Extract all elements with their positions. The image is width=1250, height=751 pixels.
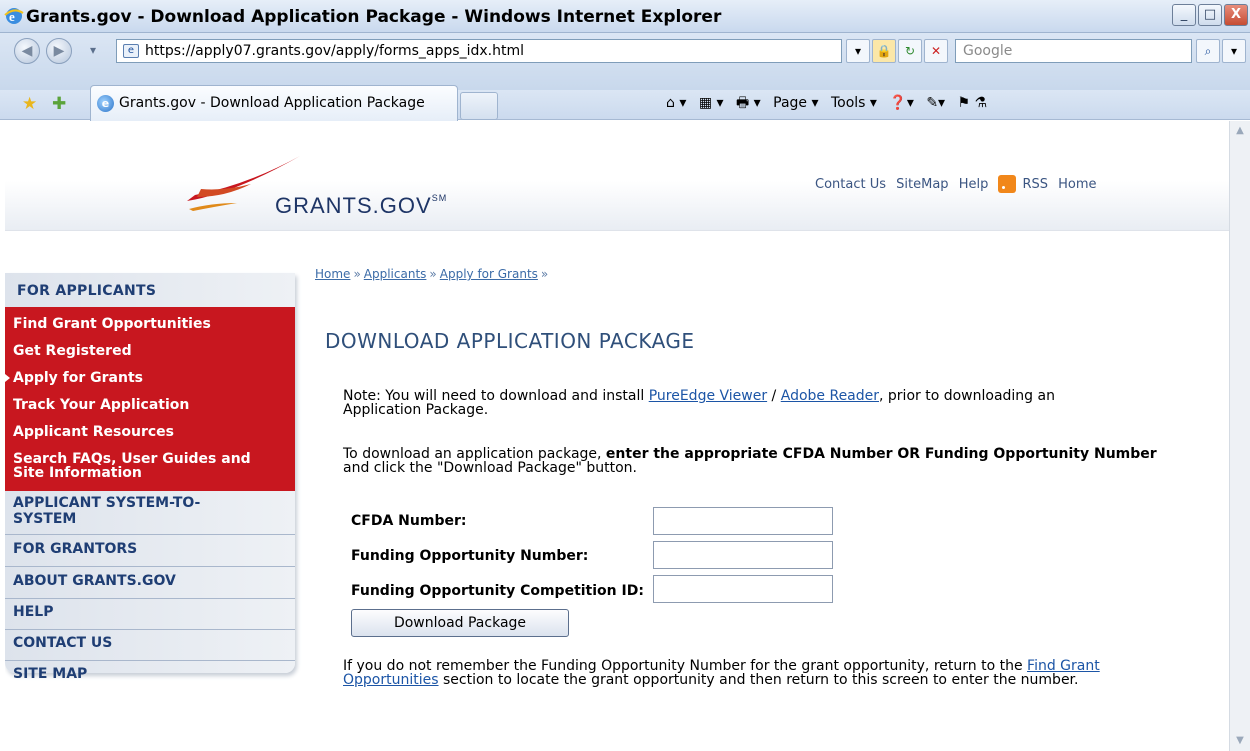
breadcrumb-home[interactable]: Home [315,267,350,281]
minimize-button[interactable]: _ [1172,4,1196,26]
breadcrumb-sep-2: » [429,267,437,281]
footer-text: If you do not remember the Funding Oppor… [343,659,1223,687]
window-title: Grants.gov - Download Application Packag… [26,7,722,27]
breadcrumb-sep-1: » [353,267,361,281]
applicant-nav: Find Grant Opportunities Get Registered … [5,307,295,491]
page-menu[interactable]: Page ▾ [773,95,818,111]
find-grant-link-line2[interactable]: Opportunities [343,672,439,688]
sidebar-item-apply-for-grants[interactable]: Apply for Grants [5,371,143,385]
funding-opportunity-number-input[interactable] [653,541,833,569]
tab-active[interactable]: e Grants.gov - Download Application Pack… [90,85,458,121]
breadcrumb-sep-3: » [540,267,549,281]
history-dropdown-icon[interactable]: ▾ [90,43,96,57]
search-icon[interactable]: ⌕ [1196,39,1220,63]
site-logo-text[interactable]: GRANTS.GOVSM [275,193,447,219]
rss-link[interactable]: RSS [1022,177,1048,192]
maximize-button[interactable]: □ [1198,4,1222,26]
cfda-number-input[interactable] [653,507,833,535]
search-options-button[interactable]: ▾ [1222,39,1246,63]
back-button[interactable]: ◀ [14,38,40,64]
vertical-scrollbar[interactable]: ▲ ▼ [1229,121,1250,751]
site-header: GRANTS.GOVSM Contact Us SiteMap Help RSS… [5,121,1229,231]
sidebar-item-contact[interactable]: CONTACT US [5,635,295,661]
breadcrumb-applicants[interactable]: Applicants [364,267,427,281]
footer-suffix: section to locate the grant opportunity … [438,672,1079,688]
competition-id-input[interactable] [653,575,833,603]
sidebar-item-track-application[interactable]: Track Your Application [13,398,189,412]
address-dropdown-button[interactable]: ▾ [846,39,870,63]
lock-icon[interactable]: 🔒 [872,39,896,63]
refresh-button[interactable]: ↻ [898,39,922,63]
home-button[interactable]: ⌂ ▾ [666,95,686,111]
tab-label: Grants.gov - Download Application Packag… [119,95,425,111]
sidebar-item-sitemap[interactable]: SITE MAP [5,666,295,692]
adobe-reader-link[interactable]: Adobe Reader [781,388,879,404]
breadcrumb: Home» Applicants» Apply for Grants» [315,267,551,281]
new-tab-button[interactable] [460,92,498,120]
command-bar: ⌂ ▾ ▦ ▾ 🖶 ▾ Page ▾ Tools ▾ ❓▾ ✎▾ ⚑ ⚗ [666,92,995,114]
logo-wordmark: GRANTS.GOV [275,193,432,218]
forward-button[interactable]: ▶ [46,38,72,64]
help-menu[interactable]: ❓▾ [889,95,913,111]
instr-bold: enter the appropriate CFDA Number OR Fun… [605,446,1157,462]
page-viewport: GRANTS.GOVSM Contact Us SiteMap Help RSS… [5,121,1229,751]
sidebar-item-find-grants[interactable]: Find Grant Opportunities [13,317,211,331]
home-link[interactable]: Home [1058,177,1096,192]
ie-page-icon: e [97,95,114,112]
sidebar-item-get-registered[interactable]: Get Registered [13,344,132,358]
contact-us-link[interactable]: Contact Us [815,177,886,192]
service-mark: SM [431,193,448,203]
ie-logo-icon: e [4,8,24,24]
page-icon: e [123,44,139,58]
add-favorites-icon[interactable]: ✚ [52,94,66,114]
note-text: Note: You will need to download and inst… [343,389,1193,417]
help-link[interactable]: Help [959,177,989,192]
fon-label: Funding Opportunity Number: [351,548,589,564]
scroll-up-arrow-icon[interactable]: ▲ [1230,121,1250,141]
sidebar-item-applicant-resources[interactable]: Applicant Resources [13,425,174,439]
research-button[interactable]: ✎▾ [926,95,945,111]
sidebar-item-for-grantors[interactable]: FOR GRANTORS [5,541,295,567]
download-package-button[interactable]: Download Package [351,609,569,637]
competition-id-label: Funding Opportunity Competition ID: [351,583,644,599]
address-text: https://apply07.grants.gov/apply/forms_a… [145,43,524,59]
stop-button[interactable]: ✕ [924,39,948,63]
search-input[interactable]: Google [955,39,1192,63]
scroll-down-arrow-icon[interactable]: ▼ [1230,731,1250,751]
note-slash: / [767,388,781,404]
note-line2: Application Package. [343,402,489,418]
sidebar-item-about[interactable]: ABOUT GRANTS.GOV [5,573,295,599]
favorites-star-icon[interactable]: ★ [22,94,37,114]
address-bar[interactable]: e https://apply07.grants.gov/apply/forms… [116,39,842,63]
print-button[interactable]: 🖶 ▾ [736,92,761,116]
instruction-text: To download an application package, ente… [343,447,1223,475]
sidebar-divider [5,499,295,535]
extra-tools-icon[interactable]: ⚑ ⚗ [958,95,988,111]
top-links: Contact Us SiteMap Help RSS Home [815,175,1103,193]
instr-line2: and click the "Download Package" button. [343,460,637,476]
note-suffix: , prior to downloading an [879,388,1055,404]
cfda-label: CFDA Number: [351,513,467,529]
sidebar-item-help[interactable]: HELP [5,604,295,630]
rss-icon[interactable] [998,175,1017,193]
breadcrumb-apply[interactable]: Apply for Grants [440,267,538,281]
sitemap-link[interactable]: SiteMap [896,177,948,192]
pureedge-link[interactable]: PureEdge Viewer [649,388,767,404]
sidebar-heading: FOR APPLICANTS [17,283,157,299]
sidebar-item-search-faqs[interactable]: Search FAQs, User Guides and Site Inform… [13,452,283,480]
navigation-bar: ◀ ▶ ▾ e https://apply07.grants.gov/apply… [0,33,1250,90]
tools-menu[interactable]: Tools ▾ [831,95,877,111]
page-title: DOWNLOAD APPLICATION PACKAGE [325,329,695,353]
feeds-button[interactable]: ▦ ▾ [699,95,724,111]
window-titlebar: e Grants.gov - Download Application Pack… [0,0,1250,33]
close-button[interactable]: X [1224,4,1248,26]
sidebar: FOR APPLICANTS Find Grant Opportunities … [5,273,295,682]
